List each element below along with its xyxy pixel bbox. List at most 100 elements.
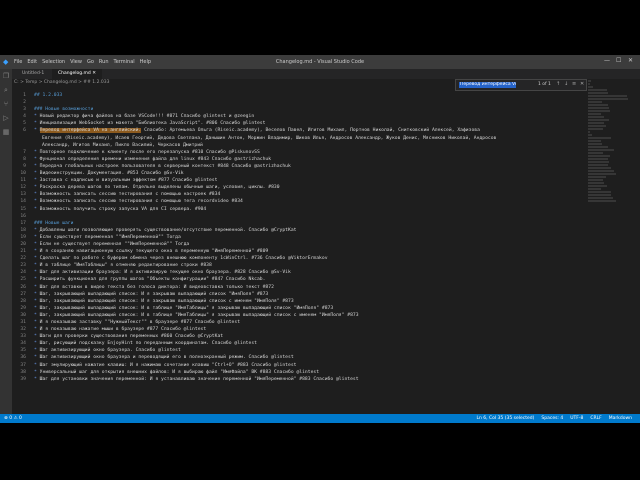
line-text: * Возможность записать сессию тестирован… [34,191,220,198]
line-text: * И я сохраняю навигационную ссылку теку… [34,248,268,255]
next-match-icon[interactable]: ↓ [564,81,568,87]
problems-indicator[interactable]: ⊗ 0 ⚠ 0 [4,414,22,423]
line-content: Шаг эмулирующий нажатие клавиш: И я нажи… [39,362,297,368]
line-number: 1 [23,93,26,98]
status-item[interactable]: Markdown [609,416,632,421]
find-widget: Перевод интерфейса VA на английский 1 of… [455,79,587,91]
minimap-line [588,164,609,166]
code-line: 33 * Шаги для проверки существования пере… [12,333,586,340]
line-text: * Шаг, закрывающий выпадающий список: И … [34,291,268,298]
code-line: 14 * Возможность записать сессию тестиров… [12,198,586,205]
editor-text-area[interactable]: 1 ## 1.2.033 2 3 ### Новые возможности 4 * Нов… [12,92,586,413]
code-line: 35 * Шаг активизирующий окно браузера. Сп… [12,347,586,354]
close-icon[interactable]: ✕ [628,57,633,64]
minimap-line [588,143,602,145]
editor-tabs: Untitled-1 Changelog.md ✕ [12,69,640,79]
code-line: Александр, Игитов Михаил, Пикпо Василий,… [12,142,586,149]
line-content: Новый редактор фича файлов на базе VSCod… [39,114,255,120]
find-input[interactable]: Перевод интерфейса VA на английский [459,82,516,88]
line-content: Если существует переменная ""ИмяПеременн… [39,234,181,240]
minimap-line [588,95,627,97]
code-line: 7 * Повторное подключение к клиенту после… [12,149,586,156]
line-text: Александр, Игитов Михаил, Пикпо Василий,… [42,142,203,149]
line-text: * Шаг для активизации браузера: И я акти… [34,269,291,276]
minimap-line [588,140,602,142]
line-number: 3 [23,107,26,113]
code-line: 19 * Если существует переменная ""ИмяПере… [12,234,586,241]
code-line: 2 [12,99,586,106]
minimap-line [588,89,607,91]
code-line: 13 * Возможность записать сессию тестиров… [12,191,586,198]
line-number: 13 [20,192,26,198]
code-line: 36 * Шаг активизирующий окно браузера и п… [12,354,586,361]
code-line: 28 * Шаг, закрывающий выпадающий список: … [12,298,586,305]
status-item[interactable]: CRLF [590,416,601,421]
code-line: 26 * Шаг для вставки в видео текста без г… [12,284,586,291]
previous-match-icon[interactable]: ↑ [556,81,560,87]
line-text: * Универсальный шаг для открытия внешних… [34,369,319,376]
tab-close-icon[interactable]: ✕ [92,71,96,76]
tab-untitled[interactable]: Untitled-1 [16,69,50,79]
search-icon[interactable]: ⌕ [0,83,12,97]
line-content: ### Новые возможности [34,107,94,113]
minimap-line [588,116,604,118]
line-content: Шаг, закрывающий выпадающий список: И я … [39,298,294,304]
line-text: * Перевод интерфейса VA на английский. С… [34,127,480,134]
activity-bar: ❐ ⌕ ⑂ ▷ ▦ [0,69,12,414]
line-content: Шаг для установки значения переменной: И… [39,376,359,382]
code-line: 3 ### Новые возможности [12,106,586,113]
title-bar: ◆ File Edit Selection View Go Run Terminal Help… [0,55,640,69]
status-item[interactable]: UTF-8 [570,416,583,421]
code-line: 5 * Инициализация WebSocket из макета "Би… [12,120,586,127]
line-text: * Шаг, закрывающий выпадающий список: И … [34,305,333,312]
line-text: * Фунционал определения времени изменени… [34,156,271,163]
line-text: * Инициализация WebSocket из макета "Биб… [34,120,265,127]
line-text: * Шаг, рисующий подсказку EnjoyHint по п… [34,340,257,347]
line-number: 22 [20,256,26,262]
line-content: Шаг активизирующий окно браузера и перев… [39,355,294,361]
minimap-line [588,113,601,115]
line-number: 36 [20,355,26,361]
minimap-line [588,92,608,94]
find-match-highlight: Перевод интерфейса VA на английский. [39,128,142,134]
minimap-line [588,161,609,163]
minimap-line [588,128,603,130]
code-line: 11 * Заставка с надписью и визуальным эфф… [12,177,586,184]
code-line: 8 * Фунционал определения времени изменен… [12,156,586,163]
status-item[interactable]: Ln 6, Col 35 (35 selected) [476,416,534,421]
explorer-icon[interactable]: ❐ [0,69,12,83]
source-control-icon[interactable]: ⑂ [0,97,12,111]
minimize-icon[interactable]: — [604,57,610,64]
line-text: * Шаг эмулирующий нажатие клавиш: И я на… [34,362,296,369]
line-content: Возможность записать сессию тестирования… [39,199,243,205]
line-text: * Раскраска дерева шагов по типам. Отдел… [34,184,280,191]
line-content: Шаг активизирующий окно браузера. Спасиб… [39,348,181,354]
find-selection-icon[interactable]: ≡ [572,81,576,87]
code-line: 38 * Универсальный шаг для открытия внешн… [12,369,586,376]
line-number: 4 [23,114,26,120]
code-line: 23 * И в таблице "ИмяТаблицы" я отменяю р… [12,262,586,269]
line-number: 15 [20,206,26,212]
find-close-icon[interactable]: ✕ [580,81,584,87]
line-text: * Передача глобальных настроек пользоват… [34,163,291,170]
line-number: 27 [20,291,26,297]
code-line: 31 * И я показываю заставку ""НужныйТекст… [12,319,586,326]
run-debug-icon[interactable]: ▷ [0,111,12,125]
line-content: Добавлены шаги позволяющие проверять сущ… [39,227,297,233]
line-content: Заставка с надписью и визуальным эффекто… [39,178,218,184]
maximize-icon[interactable]: ☐ [616,57,621,64]
line-content: Шаг для активизации браузера: И я активи… [39,270,291,276]
line-text: * Шаг активизирующий окно браузера. Спас… [34,347,181,354]
extensions-icon[interactable]: ▦ [0,125,12,139]
status-item[interactable]: Spaces: 4 [541,416,563,421]
line-content: И я показываю нажатие мыши в браузере #8… [39,327,207,333]
breadcrumb[interactable]: C: > Temp > Changelog.md > ## 1.2.033 [14,80,109,85]
line-content: Спасибо: Артемьева Ольга (Riseic.academy… [141,128,480,134]
line-number: 16 [20,213,26,219]
line-content: Шаг, рисующий подсказку EnjoyHint по пер… [39,341,257,347]
line-number: 31 [20,320,26,325]
tab-changelog[interactable]: Changelog.md ✕ [52,69,102,79]
minimap[interactable] [588,79,634,413]
line-number: 21 [20,249,26,255]
line-text: * Шаги для проверки существования переме… [34,333,223,340]
